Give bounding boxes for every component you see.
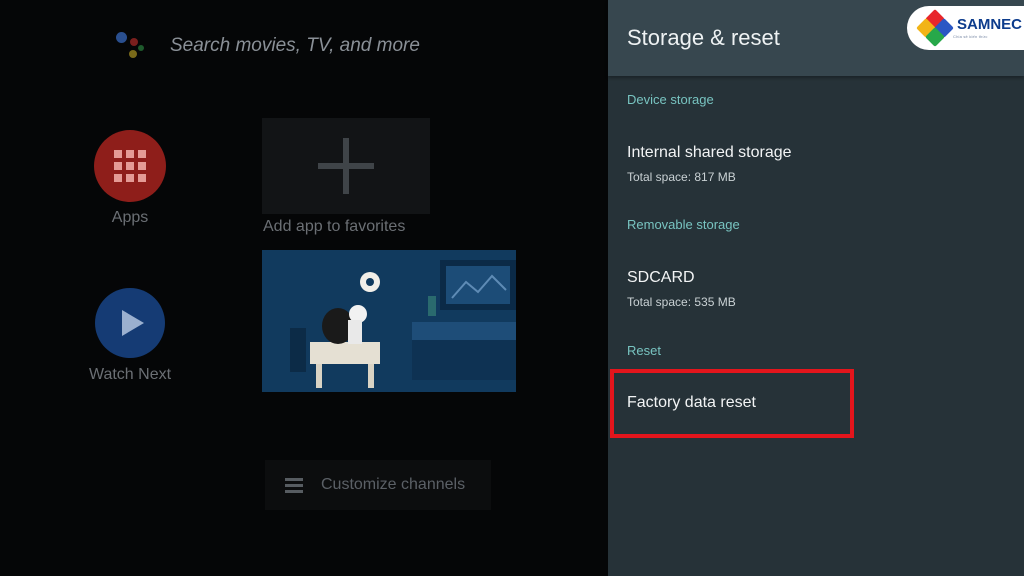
home-screen-background: Search movies, TV, and more Apps Watch N… [0,0,608,576]
play-icon [122,310,144,336]
list-icon [285,475,303,496]
section-device-storage: Device storage [627,92,714,107]
internal-storage-title: Internal shared storage [627,144,792,161]
internal-storage-subtitle: Total space: 817 MB [627,170,736,184]
channel-preview-tile[interactable] [262,250,516,392]
apps-button[interactable] [94,130,166,202]
apps-grid-icon [114,150,146,182]
highlight-box [610,369,854,438]
add-app-tile[interactable] [262,118,430,214]
panel-title: Storage & reset [627,25,780,50]
customize-channels-button[interactable]: Customize channels [265,460,491,510]
plus-icon [318,138,374,194]
sdcard-title: SDCARD [627,269,695,286]
sdcard-item[interactable]: SDCARD Total space: 535 MB [608,255,1024,315]
section-removable-storage: Removable storage [627,217,740,232]
samnec-logo-icon [916,9,954,47]
samnec-logo: SAMNEC Chia sẻ kiến thức [907,6,1024,50]
living-room-illustration [262,250,516,392]
search-placeholder: Search movies, TV, and more [170,35,420,56]
search-bar[interactable]: Search movies, TV, and more [110,26,590,66]
samnec-tagline: Chia sẻ kiến thức [953,34,988,39]
customize-channels-label: Customize channels [321,476,466,493]
assistant-icon [110,26,150,66]
add-app-label: Add app to favorites [263,218,406,235]
apps-label: Apps [111,209,149,226]
watch-next-button[interactable] [95,288,165,358]
internal-storage-item[interactable]: Internal shared storage Total space: 817… [608,130,1024,190]
storage-reset-panel: Storage & reset Device storage Internal … [608,0,1024,576]
watch-next-label: Watch Next [88,366,172,383]
samnec-brand: SAMNEC [957,16,1023,33]
sdcard-subtitle: Total space: 535 MB [627,295,736,309]
section-reset: Reset [627,343,661,358]
